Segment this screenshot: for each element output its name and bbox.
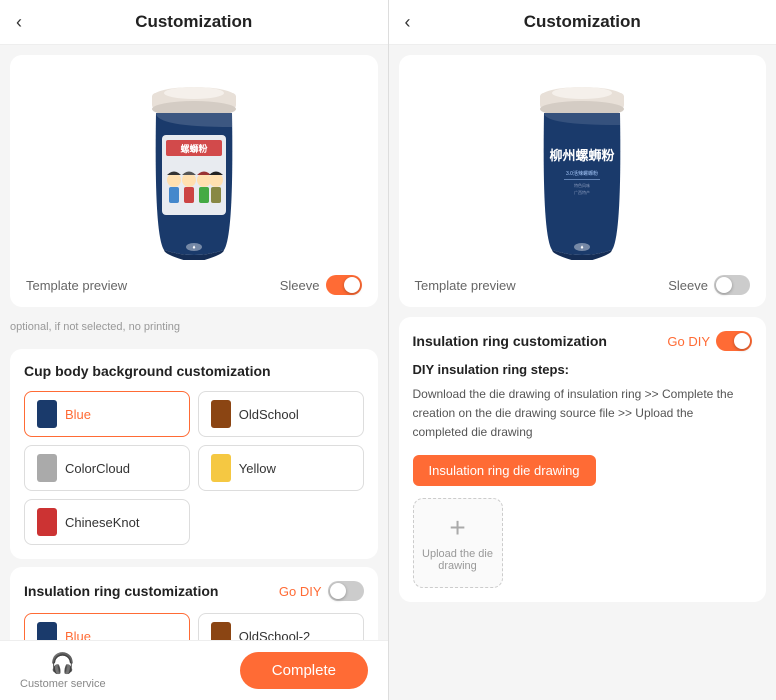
option-yellow-icon [211, 454, 231, 482]
svg-text:♦: ♦ [581, 245, 584, 251]
right-panel-content: 柳州螺蛳粉 3.0活辣螺蛳粉 特色风味 广西特产 ♦ Template prev… [389, 45, 776, 700]
option-oldschool-label: OldSchool [239, 407, 299, 422]
left-preview-controls: Template preview Sleeve [22, 275, 366, 295]
right-go-diy-label: Go DIY [667, 334, 710, 349]
right-sleeve-knob [716, 277, 732, 293]
left-back-icon[interactable]: ‹ [16, 12, 22, 33]
left-optional-text: optional, if not selected, no printing [0, 317, 388, 341]
option-colorcloud-label: ColorCloud [65, 461, 130, 476]
right-die-drawing-button[interactable]: Insulation ring die drawing [413, 455, 596, 486]
option-oldschool-icon [211, 400, 231, 428]
left-cup-body-options: Blue OldSchool ColorCloud Yellow Chinese… [24, 391, 364, 545]
right-diy-knob [734, 333, 750, 349]
left-diy-knob [330, 583, 346, 599]
right-diy-steps: Download the die drawing of insulation r… [413, 385, 753, 443]
left-cup-svg: 螺螄粉 [134, 75, 254, 260]
left-panel-content: 螺螄粉 [0, 45, 388, 700]
left-template-preview-label: Template preview [26, 278, 127, 293]
left-go-diy-label: Go DIY [279, 584, 322, 599]
left-complete-button[interactable]: Complete [240, 652, 368, 689]
right-cup-image: 柳州螺蛳粉 3.0活辣螺蛳粉 特色风味 广西特产 ♦ [411, 67, 755, 267]
left-diy-toggle[interactable] [328, 581, 364, 601]
right-template-preview-label: Template preview [415, 278, 516, 293]
right-back-icon[interactable]: ‹ [405, 12, 411, 33]
left-cs-icon: 🎧 [50, 651, 75, 676]
left-insulation-title: Insulation ring customization [24, 583, 218, 599]
left-insulation-controls: Go DIY [279, 581, 364, 601]
svg-text:螺螄粉: 螺螄粉 [180, 143, 207, 154]
option-colorcloud-icon [37, 454, 57, 482]
right-upload-text: Upload the die drawing [414, 548, 502, 572]
option-chineseknot-icon [37, 508, 57, 536]
right-panel-title: Customization [524, 12, 641, 32]
left-footer: 🎧 Customer service Complete [0, 640, 388, 700]
option-blue[interactable]: Blue [24, 391, 190, 437]
svg-text:♦: ♦ [192, 245, 195, 251]
svg-text:特色风味: 特色风味 [574, 182, 590, 188]
option-oldschool[interactable]: OldSchool [198, 391, 364, 437]
left-sleeve-knob [344, 277, 360, 293]
option-yellow[interactable]: Yellow [198, 445, 364, 491]
svg-text:广西特产: 广西特产 [574, 189, 590, 195]
option-yellow-label: Yellow [239, 461, 276, 476]
right-insulation-title: Insulation ring customization [413, 333, 607, 349]
right-sleeve-control: Sleeve [668, 275, 750, 295]
left-cs-label: Customer service [20, 678, 106, 690]
right-insulation-section: Insulation ring customization Go DIY DIY… [399, 317, 767, 602]
svg-text:3.0活辣螺蛳粉: 3.0活辣螺蛳粉 [566, 170, 598, 177]
left-sleeve-control: Sleeve [280, 275, 362, 295]
right-insulation-header: Insulation ring customization Go DIY [413, 331, 753, 351]
left-panel-title: Customization [135, 12, 252, 32]
left-cup-image: 螺螄粉 [22, 67, 366, 267]
right-diy-toggle[interactable] [716, 331, 752, 351]
option-chineseknot-label: ChineseKnot [65, 515, 139, 530]
left-header: ‹ Customization [0, 0, 388, 45]
option-blue-icon [37, 400, 57, 428]
option-chineseknot[interactable]: ChineseKnot [24, 499, 190, 545]
left-insulation-header: Insulation ring customization Go DIY [24, 581, 364, 601]
right-upload-plus-icon: + [449, 514, 465, 542]
left-sleeve-toggle[interactable] [326, 275, 362, 295]
left-cup-body-title: Cup body background customization [24, 363, 364, 379]
right-sleeve-toggle[interactable] [714, 275, 750, 295]
left-customer-service[interactable]: 🎧 Customer service [20, 651, 106, 690]
right-cup-svg: 柳州螺蛳粉 3.0活辣螺蛳粉 特色风味 广西特产 ♦ [522, 75, 642, 260]
right-insulation-controls: Go DIY [667, 331, 752, 351]
right-cup-preview-card: 柳州螺蛳粉 3.0活辣螺蛳粉 特色风味 广西特产 ♦ Template prev… [399, 55, 767, 307]
left-cup-preview-card: 螺螄粉 [10, 55, 378, 307]
left-cup-body-section: Cup body background customization Blue O… [10, 349, 378, 559]
svg-text:柳州螺蛳粉: 柳州螺蛳粉 [550, 148, 615, 163]
right-header: ‹ Customization [389, 0, 776, 45]
right-sleeve-label: Sleeve [668, 278, 708, 293]
left-sleeve-label: Sleeve [280, 278, 320, 293]
option-blue-label: Blue [65, 407, 91, 422]
right-preview-controls: Template preview Sleeve [411, 275, 755, 295]
right-diy-steps-title: DIY insulation ring steps: [413, 361, 753, 379]
right-upload-area[interactable]: + Upload the die drawing [413, 498, 503, 588]
option-colorcloud[interactable]: ColorCloud [24, 445, 190, 491]
